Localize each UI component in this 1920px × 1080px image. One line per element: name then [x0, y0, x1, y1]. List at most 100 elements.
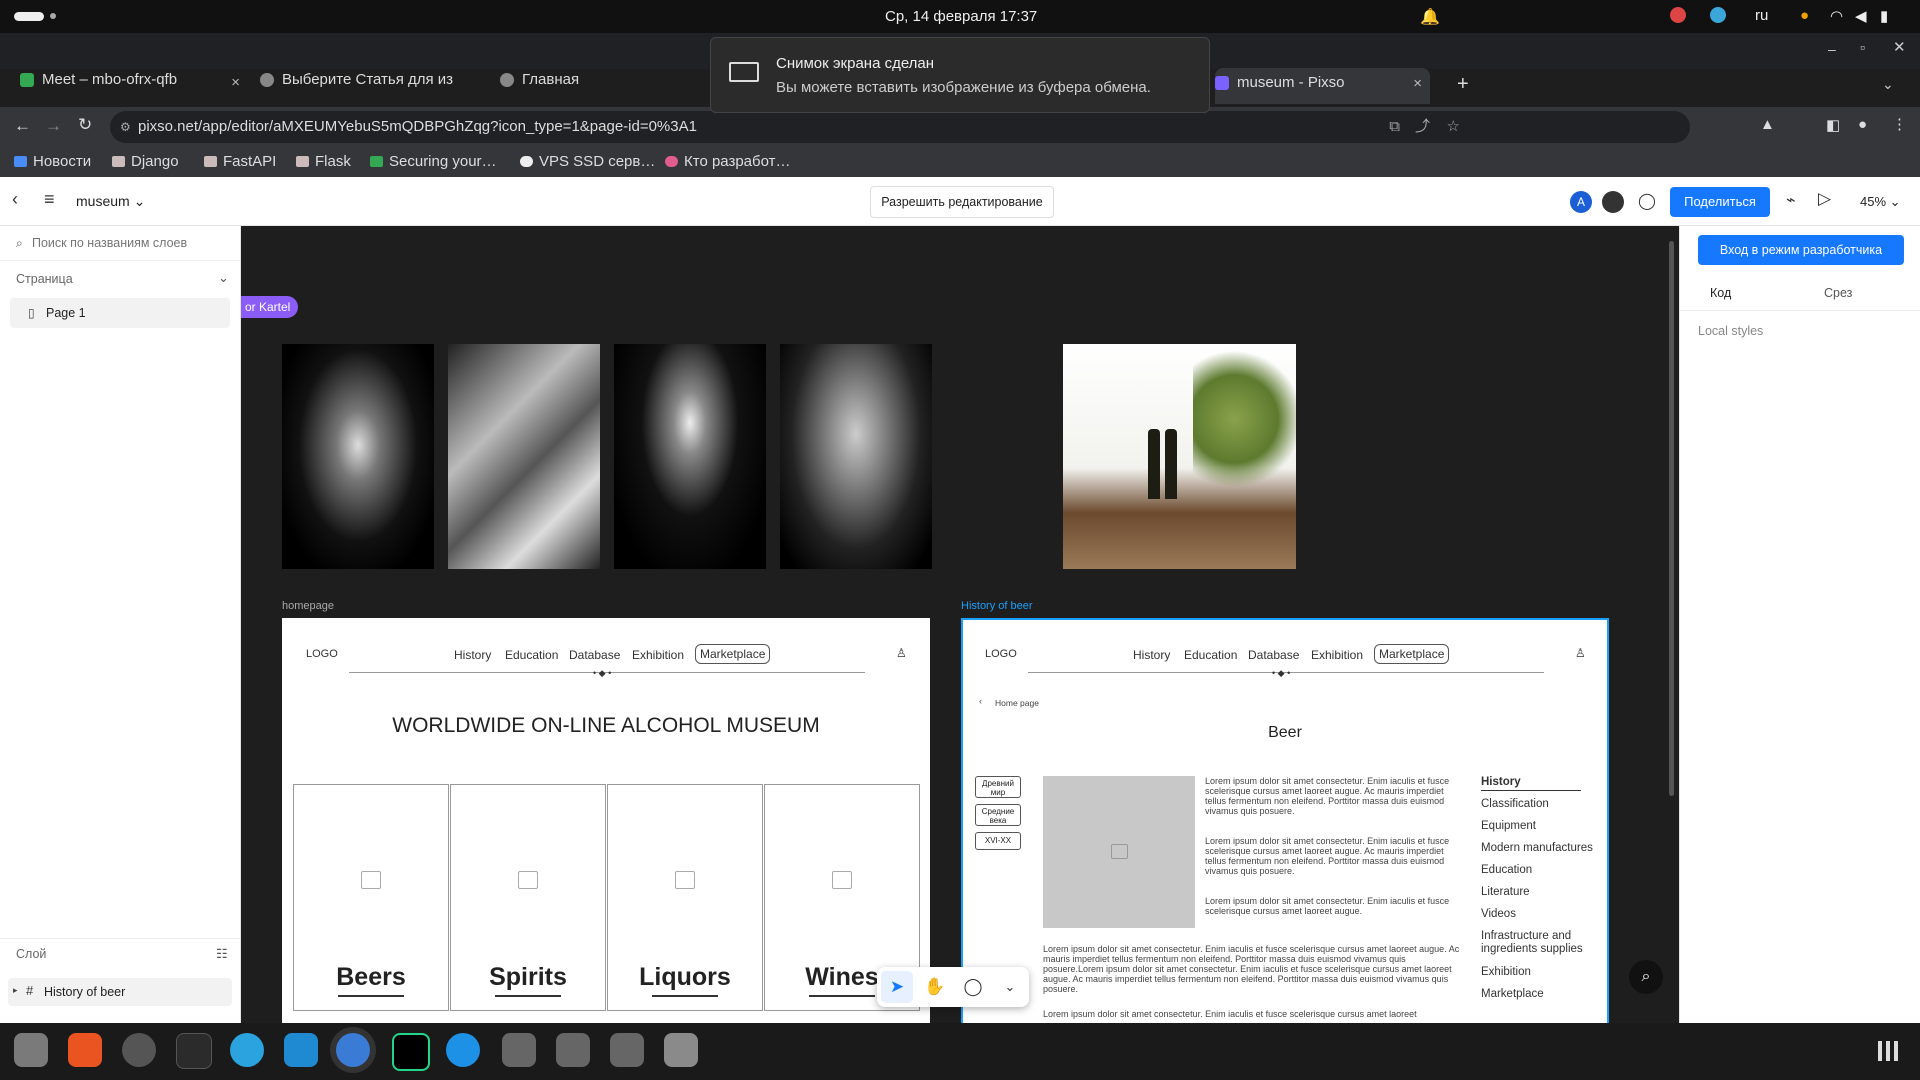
lightbulb-icon[interactable]: ◯: [1638, 191, 1656, 211]
vscode-icon[interactable]: [284, 1033, 318, 1067]
era-modern[interactable]: XVI-XX: [975, 832, 1021, 850]
screenshot-notification[interactable]: Снимок экрана сделан Вы можете вставить …: [710, 37, 1210, 113]
pycharm-icon[interactable]: [392, 1033, 430, 1071]
wifi-icon[interactable]: ◠: [1830, 7, 1843, 25]
chevron-left-icon[interactable]: ‹: [979, 696, 982, 706]
nav-exhibition[interactable]: Exhibition: [632, 648, 684, 662]
category-card-liquors[interactable]: Liquors: [607, 784, 763, 1011]
collapse-layers-icon[interactable]: ☷: [216, 946, 228, 962]
page-item[interactable]: ▯ Page 1: [10, 298, 230, 328]
design-canvas[interactable]: or Kartel homepage LOGO History Educatio…: [241, 226, 1679, 1023]
menu-icon[interactable]: ⋮: [1892, 115, 1907, 133]
translate-icon[interactable]: ⧉: [1389, 111, 1400, 143]
nav-education[interactable]: Education: [1184, 648, 1237, 662]
nav-history[interactable]: History: [1133, 648, 1170, 662]
layer-item[interactable]: ▸ # History of beer: [8, 978, 232, 1006]
volume-icon[interactable]: ◀: [1855, 7, 1867, 25]
side-history[interactable]: History: [1481, 776, 1521, 788]
beer-mug-photo[interactable]: [282, 344, 434, 569]
restore-icon[interactable]: ▫: [1860, 39, 1865, 55]
app-grid-icon[interactable]: [1878, 1041, 1898, 1061]
more-tools-icon[interactable]: ⌄: [995, 971, 1025, 1003]
settings-icon[interactable]: [122, 1033, 156, 1067]
frame-label-history-of-beer[interactable]: History of beer: [961, 600, 1033, 612]
bookmark-flask[interactable]: Flask: [296, 153, 351, 170]
site-info-icon[interactable]: ⚙: [120, 111, 131, 143]
reload-icon[interactable]: ↻: [78, 115, 92, 135]
nav-education[interactable]: Education: [505, 648, 558, 662]
minimize-icon[interactable]: –: [1828, 41, 1836, 57]
vertical-scrollbar[interactable]: [1669, 241, 1674, 796]
layer-search-input[interactable]: [30, 232, 230, 254]
profile-icon[interactable]: ●: [1858, 116, 1867, 133]
history-of-beer-frame[interactable]: LOGO History Education Database Exhibiti…: [961, 618, 1609, 1023]
nav-database[interactable]: Database: [1248, 648, 1299, 662]
chrome-icon[interactable]: [336, 1033, 370, 1067]
nav-history[interactable]: History: [454, 648, 491, 662]
tab-meet[interactable]: Meet – mbo-ofrx-qfb ×: [20, 71, 240, 101]
side-literature[interactable]: Literature: [1481, 886, 1530, 898]
nav-database[interactable]: Database: [569, 648, 620, 662]
ssd-drive-icon[interactable]: [502, 1033, 536, 1067]
side-infrastructure[interactable]: Infrastructure and ingredients supplies: [1481, 930, 1596, 956]
prototype-icon[interactable]: ⌁: [1786, 190, 1796, 210]
side-equipment[interactable]: Equipment: [1481, 820, 1536, 832]
comment-tool-icon[interactable]: ◯: [957, 971, 989, 1003]
docker-icon[interactable]: [446, 1033, 480, 1067]
back-icon[interactable]: ←: [14, 116, 31, 136]
mic-icon[interactable]: ●: [1800, 7, 1809, 24]
side-exhibition[interactable]: Exhibition: [1481, 966, 1531, 978]
hand-tool-icon[interactable]: ✋: [919, 971, 951, 1003]
trash-icon[interactable]: [664, 1033, 698, 1067]
app-tray-icon[interactable]: [1710, 7, 1726, 23]
chrome-tray-icon[interactable]: [1670, 7, 1686, 23]
user-icon[interactable]: ♙: [1575, 646, 1586, 660]
wine-barrel-photo[interactable]: [1063, 344, 1296, 569]
sidepanel-icon[interactable]: ◧: [1826, 116, 1840, 134]
back-icon[interactable]: ‹: [12, 189, 18, 210]
martini-photo[interactable]: [614, 344, 766, 569]
bookmark-vps[interactable]: VPS SSD серв…: [520, 153, 655, 170]
tab-home[interactable]: Главная: [500, 71, 710, 101]
avatar-photo[interactable]: [1602, 191, 1624, 213]
power-icon[interactable]: ▮: [1880, 7, 1888, 25]
era-ancient[interactable]: Древний мир: [975, 776, 1021, 798]
category-card-beers[interactable]: Beers: [293, 784, 449, 1011]
tab-search-icon[interactable]: ⌄: [1882, 76, 1894, 93]
cognac-photo[interactable]: [448, 344, 600, 569]
hamburger-menu-icon[interactable]: ≡: [44, 189, 55, 210]
breadcrumb[interactable]: Home page: [995, 698, 1039, 708]
search-icon[interactable]: ⌕: [1629, 960, 1663, 994]
bell-icon[interactable]: 🔔: [1420, 7, 1440, 27]
ssd-drive-icon[interactable]: [610, 1033, 644, 1067]
side-marketplace[interactable]: Marketplace: [1481, 988, 1544, 1000]
side-modern-manufactures[interactable]: Modern manufactures: [1481, 842, 1593, 854]
files-icon[interactable]: [14, 1033, 48, 1067]
bookmark-star-icon[interactable]: ☆: [1447, 111, 1460, 143]
bookmark-who[interactable]: Кто разработ…: [665, 153, 791, 170]
wine-glass-photo[interactable]: [780, 344, 932, 569]
forward-icon[interactable]: →: [45, 116, 62, 136]
chevron-down-icon[interactable]: ⌄: [218, 270, 229, 286]
user-icon[interactable]: ♙: [896, 646, 907, 660]
share-icon[interactable]: ⤴: [1415, 111, 1430, 143]
terminal-icon[interactable]: [176, 1033, 212, 1069]
new-tab-button[interactable]: +: [1457, 73, 1469, 96]
clock[interactable]: Ср, 14 февраля 17:37: [885, 8, 1037, 25]
bookmark-fastapi[interactable]: FastAPI: [204, 153, 276, 170]
allow-edit-button[interactable]: Разрешить редактирование: [870, 186, 1054, 218]
zoom-level[interactable]: 45% ⌄: [1860, 194, 1901, 210]
frame-label-homepage[interactable]: homepage: [282, 600, 334, 612]
avatar[interactable]: A: [1570, 191, 1592, 213]
move-tool-icon[interactable]: ➤: [881, 971, 913, 1003]
share-button[interactable]: Поделиться: [1670, 187, 1770, 217]
side-education[interactable]: Education: [1481, 864, 1532, 876]
activities-indicator[interactable]: [14, 12, 44, 21]
tab-slice[interactable]: Срез: [1824, 286, 1852, 300]
side-classification[interactable]: Classification: [1481, 798, 1549, 810]
bookmark-django[interactable]: Django: [112, 153, 179, 170]
address-bar[interactable]: ⚙ pixso.net/app/editor/aMXEUMYebuS5mQDBP…: [110, 111, 1690, 143]
bookmark-news[interactable]: Новости: [14, 153, 91, 170]
bookmark-securing[interactable]: Securing your…: [370, 153, 497, 170]
category-card-spirits[interactable]: Spirits: [450, 784, 606, 1011]
